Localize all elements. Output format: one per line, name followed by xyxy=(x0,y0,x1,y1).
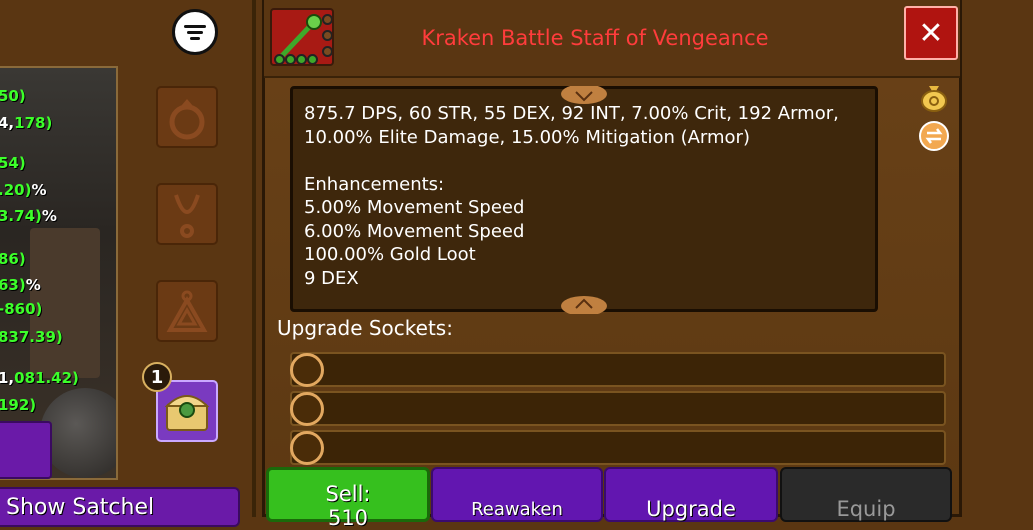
upgrade-socket-slot[interactable] xyxy=(290,352,946,387)
upgrade-socket-slot[interactable] xyxy=(290,391,946,426)
chest-count-badge: 1 xyxy=(142,362,172,392)
character-stats-panel: 50)4,178)54).20)%3.74)%86)63)%-860)837.3… xyxy=(0,66,118,480)
stat-value: 192) xyxy=(0,396,36,414)
rarity-dot-icon xyxy=(296,54,307,64)
socket-circle-icon xyxy=(290,353,324,387)
stat-number: 3.74) xyxy=(0,207,42,225)
side-tab-button[interactable] xyxy=(0,421,52,479)
ring-slot-icon xyxy=(169,99,205,140)
stat-number: .20) xyxy=(0,181,32,199)
stat-suffix: % xyxy=(25,276,41,294)
stat-number: 178) xyxy=(14,114,53,132)
treasure-chest-icon xyxy=(164,395,210,431)
rarity-dot-icon xyxy=(274,54,285,64)
stat-number: -860) xyxy=(0,300,43,318)
item-icon xyxy=(270,8,334,66)
stat-value: .20)% xyxy=(0,181,46,199)
show-satchel-button[interactable]: Show Satchel xyxy=(0,487,240,527)
stat-number: 081.42) xyxy=(14,369,79,387)
stat-value: -860) xyxy=(0,300,42,318)
hamburger-menu-icon[interactable] xyxy=(172,9,218,55)
stat-number: 50) xyxy=(0,87,26,105)
gem-socket-icon xyxy=(322,14,332,25)
stat-number: 63) xyxy=(0,276,26,294)
upgrade-socket-slot[interactable] xyxy=(290,430,946,465)
close-icon[interactable]: ✕ xyxy=(904,6,958,60)
rarity-dot-icon xyxy=(307,54,318,64)
upgrade-sockets-label: Upgrade Sockets: xyxy=(277,316,453,340)
rarity-dot-icon xyxy=(285,54,296,64)
upgrade-button[interactable]: Upgrade xyxy=(604,467,778,522)
stat-value: 3.74)% xyxy=(0,207,57,225)
panel-divider xyxy=(252,0,256,517)
socket-circle-icon xyxy=(290,392,324,426)
gem-socket-icon xyxy=(322,30,332,41)
ring-slot[interactable] xyxy=(156,86,218,148)
stat-value: 50) xyxy=(0,87,26,105)
stat-number: 192) xyxy=(0,396,37,414)
equip-button[interactable]: Equip xyxy=(780,467,952,522)
stat-value: 86) xyxy=(0,250,26,268)
sell-button[interactable]: Sell: 510 xyxy=(266,467,430,530)
stat-number: 86) xyxy=(0,250,26,268)
trinket-slot[interactable] xyxy=(156,280,218,342)
sell-price: 510 xyxy=(327,506,369,530)
stat-value: 63)% xyxy=(0,276,41,294)
stat-prefix: 4, xyxy=(0,114,15,132)
triangle-slot-icon xyxy=(166,290,208,332)
stat-value: 1,081.42) xyxy=(0,369,79,387)
sell-label: Sell: xyxy=(325,482,371,506)
stat-suffix: % xyxy=(41,207,57,225)
stat-suffix: % xyxy=(31,181,47,199)
item-title: Kraken Battle Staff of Vengeance xyxy=(421,26,769,50)
stat-value: 837.39) xyxy=(0,328,63,346)
stat-number: 837.39) xyxy=(0,328,63,346)
stat-prefix: 1, xyxy=(0,369,15,387)
gold-bag-icon[interactable] xyxy=(918,80,950,112)
stat-value: 4,178) xyxy=(0,114,52,132)
item-description-text: 875.7 DPS, 60 STR, 55 DEX, 92 INT, 7.00%… xyxy=(304,103,839,289)
stat-number: 54) xyxy=(0,154,26,172)
gem-socket-icon xyxy=(322,46,332,57)
swap-arrows-icon[interactable] xyxy=(918,120,950,152)
reawaken-button[interactable]: Reawaken xyxy=(431,467,603,522)
stat-value: 54) xyxy=(0,154,26,172)
amulet-slot-icon xyxy=(174,194,200,238)
socket-circle-icon xyxy=(290,431,324,465)
amulet-slot[interactable] xyxy=(156,183,218,245)
scroll-up-arrow-icon[interactable] xyxy=(560,290,608,314)
